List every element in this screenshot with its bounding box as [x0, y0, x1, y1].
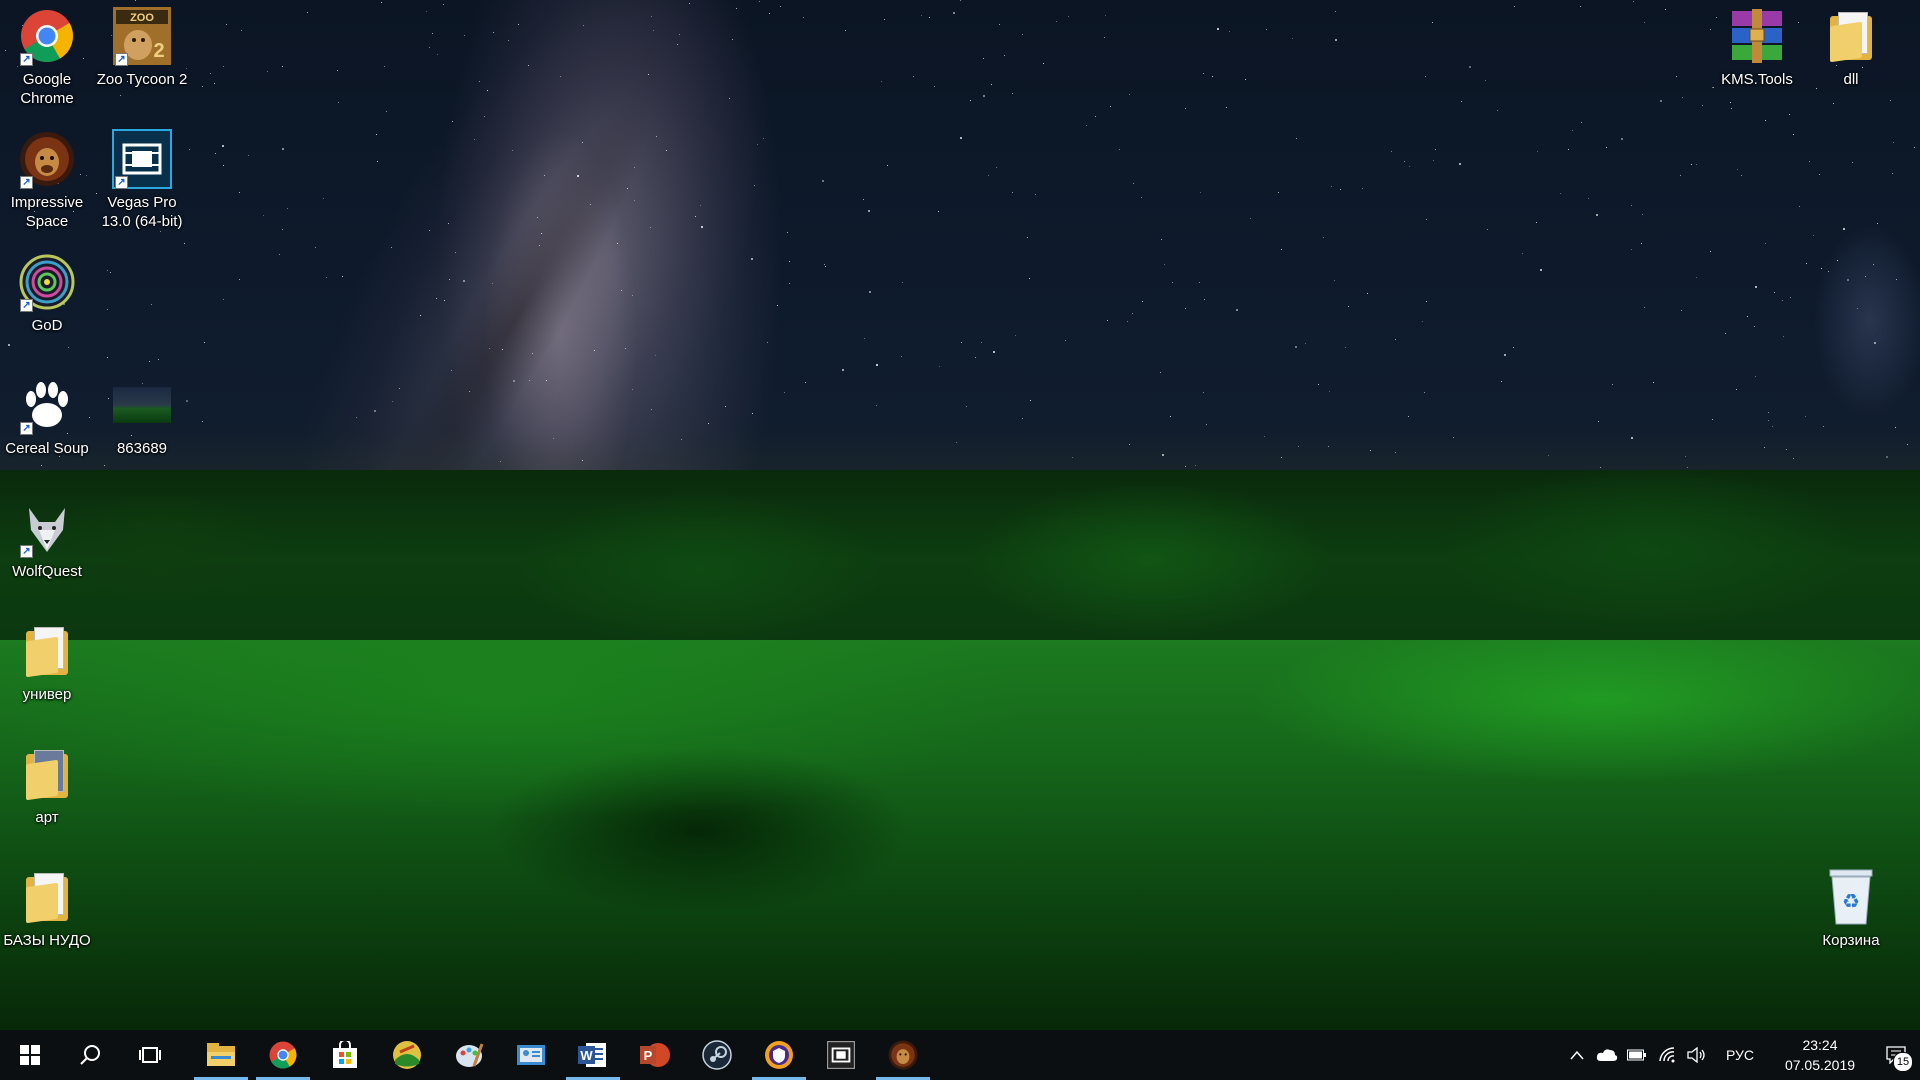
search-icon [80, 1045, 100, 1065]
chrome-icon [269, 1041, 297, 1069]
winrar-icon [1727, 6, 1787, 66]
wolf-icon: ↗ [17, 498, 77, 558]
desktop-icon-label: WolfQuest [12, 563, 82, 580]
image-file-icon [112, 375, 172, 435]
taskbar-landscape-app[interactable] [376, 1030, 438, 1080]
desktop-icon-zoo-tycoon-2[interactable]: ZOO 2 ↗ Zoo Tycoon 2 [94, 0, 190, 120]
folder-icon [17, 744, 77, 804]
desktop-icon-google-chrome[interactable]: ↗ Google Chrome [0, 0, 95, 120]
svg-text:ZOO: ZOO [130, 12, 154, 24]
paw-icon: ↗ [17, 375, 77, 435]
taskbar-impressive-space[interactable] [872, 1030, 934, 1080]
chevron-up-icon [1570, 1050, 1584, 1060]
desktop-icon-vegas-pro[interactable]: ↗ Vegas Pro 13.0 (64-bit) [94, 123, 190, 243]
desktop-icon-label: универ [22, 686, 72, 703]
grass-field [0, 640, 1920, 1030]
taskbar-contacts-app[interactable] [500, 1030, 562, 1080]
desktop-icon-label: Google Chrome [20, 71, 74, 107]
clock[interactable]: 23:24 07.05.2019 [1768, 1035, 1872, 1075]
folder-icon [17, 621, 77, 681]
windows-icon [20, 1045, 40, 1065]
taskbar-paint-app[interactable] [438, 1030, 500, 1080]
desktop-icon-god[interactable]: ↗ GoD [0, 246, 95, 366]
desktop-icon-label: арт [35, 809, 59, 826]
battery-tray-button[interactable] [1622, 1030, 1652, 1080]
taskbar-powerpoint[interactable]: P [624, 1030, 686, 1080]
contact-card-icon [517, 1045, 545, 1065]
task-view-button[interactable] [120, 1030, 180, 1080]
cloud-sync-tray-button[interactable] [1592, 1030, 1622, 1080]
clock-date: 07.05.2019 [1784, 1057, 1856, 1073]
folder-icon [207, 1043, 235, 1066]
recycle-bin-icon: ♻ [1821, 867, 1881, 927]
taskbar-word[interactable]: W [562, 1030, 624, 1080]
network-tray-button[interactable] [1652, 1030, 1682, 1080]
clock-time: 23:24 [1802, 1037, 1838, 1053]
show-hidden-icons-button[interactable] [1562, 1030, 1592, 1080]
input-language-indicator[interactable]: РУС [1712, 1047, 1768, 1063]
lion-icon [888, 1040, 918, 1070]
desktop-icon-label: 863689 [116, 440, 168, 457]
folder-icon [17, 867, 77, 927]
desktop-icon-cereal-soup[interactable]: ↗ Cereal Soup [0, 369, 95, 489]
desktop-icon-recycle-bin[interactable]: ♻ Корзина [1803, 861, 1899, 981]
palette-icon [456, 1043, 484, 1067]
desktop-icon-label: Cereal Soup [5, 440, 89, 457]
speaker-icon [1687, 1047, 1705, 1063]
taskbar-microsoft-store[interactable] [314, 1030, 376, 1080]
svg-text:2: 2 [153, 40, 164, 62]
desktop-icon-label: Корзина [1822, 932, 1880, 949]
search-button[interactable] [60, 1030, 120, 1080]
desktop-icon-folder-univer[interactable]: универ [0, 615, 95, 735]
landscape-icon [393, 1041, 421, 1069]
taskbar-steam[interactable] [686, 1030, 748, 1080]
zoo-tycoon-icon: ZOO 2 ↗ [112, 6, 172, 66]
start-button[interactable] [0, 1030, 60, 1080]
desktop-icon-impressive-space[interactable]: ↗ Impressive Space [0, 123, 95, 243]
task-view-icon [139, 1047, 161, 1063]
desktop-icon-folder-dll[interactable]: dll [1803, 0, 1899, 120]
desktop-icon-label: KMS.Tools [1721, 71, 1793, 88]
svg-text:♻: ♻ [1842, 889, 1860, 913]
notification-count-badge: 15 [1893, 1052, 1913, 1072]
system-tray: РУС 23:24 07.05.2019 15 [1562, 1030, 1920, 1080]
wifi-icon [1659, 1047, 1675, 1063]
film-strip-icon: ↗ [112, 129, 172, 189]
svg-text:W: W [580, 1048, 593, 1063]
volume-tray-button[interactable] [1682, 1030, 1712, 1080]
cloud-icon [1596, 1049, 1618, 1061]
desktop-icon-folder-art[interactable]: арт [0, 738, 95, 858]
desktop-icon-label: dll [1843, 71, 1859, 88]
powerpoint-icon: P [640, 1043, 670, 1067]
chrome-icon: ↗ [17, 6, 77, 66]
desktop-icon-label: GoD [31, 317, 63, 334]
word-icon: W [578, 1043, 606, 1067]
desktop-icon-label: Impressive Space [10, 194, 84, 230]
action-center-button[interactable]: 15 [1872, 1030, 1920, 1080]
taskbar-chrome[interactable] [252, 1030, 314, 1080]
desktop-icon-label: Zoo Tycoon 2 [96, 71, 188, 88]
steam-icon [702, 1040, 732, 1070]
shield-icon [765, 1041, 793, 1069]
taskbar: W P РУС 23:24 07.05.2019 15 [0, 1030, 1920, 1080]
desktop-wallpaper [0, 0, 1920, 1030]
desktop-icon-label: БАЗЫ НУДО [3, 932, 91, 949]
taskbar-vegas-pro[interactable] [810, 1030, 872, 1080]
spiral-icon: ↗ [17, 252, 77, 312]
taskbar-security-app[interactable] [748, 1030, 810, 1080]
desktop-icon-label: Vegas Pro 13.0 (64-bit) [101, 194, 183, 230]
svg-text:P: P [644, 1048, 653, 1063]
battery-icon [1626, 1049, 1646, 1061]
desktop-icon-wolfquest[interactable]: ↗ WolfQuest [0, 492, 95, 612]
desktop-icon-folder-bazy-nudo[interactable]: БАЗЫ НУДО [0, 861, 95, 981]
store-icon [333, 1041, 357, 1068]
film-strip-icon [827, 1041, 855, 1069]
lion-icon: ↗ [17, 129, 77, 189]
desktop-icon-image-863689[interactable]: 863689 [94, 369, 190, 489]
desktop-icon-kms-tools[interactable]: KMS.Tools [1709, 0, 1805, 120]
taskbar-file-explorer[interactable] [190, 1030, 252, 1080]
folder-icon [1821, 6, 1881, 66]
